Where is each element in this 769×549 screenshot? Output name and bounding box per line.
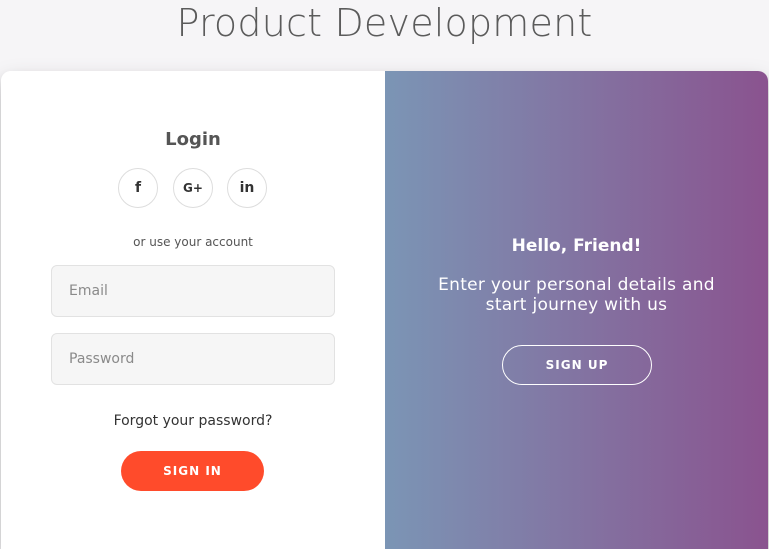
linkedin-icon: in — [239, 180, 255, 196]
google-plus-icon: G+ — [183, 181, 203, 195]
forgot-password-link[interactable]: Forgot your password? — [1, 413, 385, 429]
facebook-icon: f — [134, 180, 142, 196]
or-use-account-text: or use your account — [133, 235, 253, 249]
login-heading: Login — [165, 129, 221, 150]
sign-in-button[interactable]: SIGN IN — [121, 451, 264, 491]
welcome-text: Enter your personal details and start jo… — [438, 275, 715, 315]
linkedin-button[interactable]: in — [227, 168, 267, 208]
facebook-button[interactable]: f — [118, 168, 158, 208]
signin-panel: Login f G+ in or use your account Forgot… — [1, 71, 385, 549]
page-title: Product Development — [176, 1, 593, 45]
password-field[interactable] — [51, 333, 335, 385]
sign-up-button[interactable]: SIGN UP — [502, 345, 652, 385]
welcome-title: Hello, Friend! — [511, 236, 642, 256]
welcome-panel: Hello, Friend! Enter your personal detai… — [385, 71, 768, 549]
auth-card: Login f G+ in or use your account Forgot… — [1, 71, 768, 549]
email-field[interactable] — [51, 265, 335, 317]
google-plus-button[interactable]: G+ — [173, 168, 213, 208]
